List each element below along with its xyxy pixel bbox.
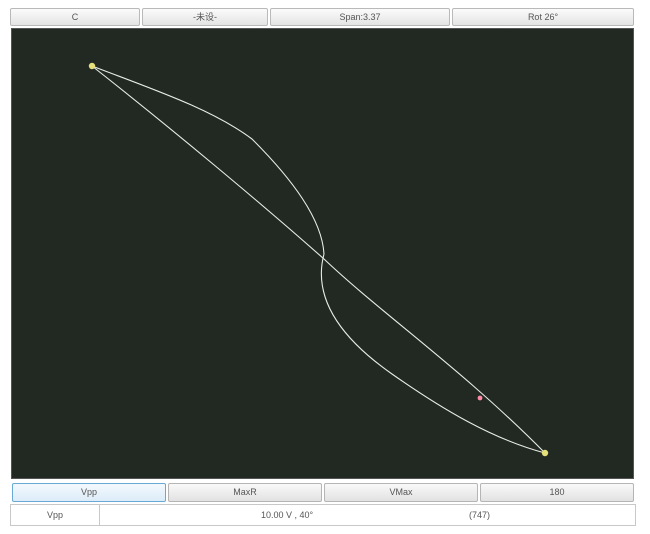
top-button-rotation[interactable]: Rot 26°	[452, 8, 634, 26]
top-toolbar: C -未设- Span:3.37 Rot 26°	[10, 8, 634, 28]
impedance-plot-area[interactable]	[11, 28, 634, 479]
bottom-toolbar: Vpp MaxR VMax 180	[10, 483, 634, 503]
status-value: 10.00 V , 40°	[261, 510, 314, 520]
endpoint-marker-icon	[88, 62, 96, 70]
bottom-button-vpp[interactable]: Vpp	[12, 483, 166, 502]
curve-diagonal-trace	[91, 65, 546, 454]
status-label: Vpp	[11, 505, 100, 525]
top-button-span[interactable]: Span:3.37	[270, 8, 450, 26]
cursor-marker-icon[interactable]	[477, 395, 483, 401]
signature-curve-svg	[88, 62, 549, 457]
bottom-button-maxr[interactable]: MaxR	[168, 483, 322, 502]
endpoint-marker-icon	[541, 449, 549, 457]
bottom-button-vmax[interactable]: VMax	[324, 483, 478, 502]
status-bar: Vpp 10.00 V , 40° (747)	[10, 504, 636, 526]
status-count: (747)	[469, 510, 491, 520]
bottom-button-180[interactable]: 180	[480, 483, 634, 502]
curve-lower-lobe	[320, 253, 546, 454]
top-button-unset[interactable]: -未设-	[142, 8, 268, 26]
top-button-c[interactable]: C	[10, 8, 140, 26]
